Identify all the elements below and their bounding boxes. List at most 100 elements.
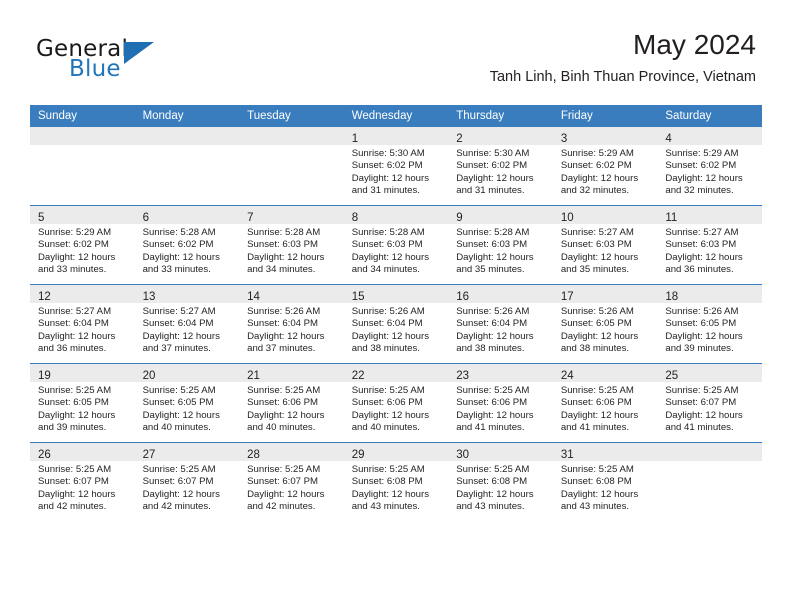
calendar-day-cell[interactable]: 24 Sunrise: 5:25 AM Sunset: 6:06 PM Dayligh… [552, 363, 658, 443]
day-number: 18 [665, 291, 679, 303]
day-details: Sunrise: 5:27 AM Sunset: 6:03 PM Daylight:… [657, 224, 762, 277]
calendar-day-cell[interactable]: 29 Sunrise: 5:25 AM Sunset: 6:08 PM Dayligh… [343, 442, 449, 521]
daylight-text-cont: and 40 minutes. [351, 422, 420, 434]
day-number: 7 [247, 212, 254, 224]
daylight-text: Daylight: 12 hours [560, 172, 639, 184]
calendar-day-cell[interactable]: 17 Sunrise: 5:26 AM Sunset: 6:05 PM Dayligh… [552, 284, 658, 364]
day-details: Sunrise: 5:25 AM Sunset: 6:06 PM Daylight:… [448, 382, 553, 435]
daylight-text-cont: and 38 minutes. [351, 343, 420, 355]
sunrise-text: Sunrise: 5:25 AM [38, 464, 112, 475]
day-number: 9 [456, 212, 463, 224]
calendar-day-cell[interactable]: 23 Sunrise: 5:25 AM Sunset: 6:06 PM Dayligh… [448, 363, 553, 443]
sunrise-text: Sunrise: 5:25 AM [560, 464, 634, 475]
day-details: Sunrise: 5:25 AM Sunset: 6:05 PM Daylight:… [30, 382, 135, 435]
calendar-day-cell[interactable]: 28 Sunrise: 5:25 AM Sunset: 6:07 PM Dayligh… [239, 442, 344, 521]
sunrise-text: Sunrise: 5:28 AM [456, 227, 530, 238]
sunset-text: Sunset: 6:06 PM [351, 397, 423, 409]
sunrise-text: Sunrise: 5:28 AM [351, 227, 425, 238]
day-number: 24 [560, 370, 574, 382]
sunset-text: Sunset: 6:06 PM [456, 397, 528, 409]
calendar-day-cell[interactable]: 4 Sunrise: 5:29 AM Sunset: 6:02 PM Daylight… [657, 127, 762, 206]
day-number: 14 [247, 291, 260, 303]
day-number-bar: 1 [343, 127, 449, 145]
day-number-bar: 29 [343, 443, 449, 461]
sunset-text: Sunset: 6:02 PM [560, 160, 632, 172]
day-details: Sunrise: 5:25 AM Sunset: 6:07 PM Daylight:… [239, 461, 344, 514]
daylight-text: Daylight: 12 hours [665, 172, 743, 184]
calendar-day-cell[interactable]: 8 Sunrise: 5:28 AM Sunset: 6:03 PM Daylight… [343, 205, 449, 285]
daylight-text-cont: and 32 minutes. [560, 185, 630, 197]
day-number: 10 [560, 212, 574, 224]
day-details: Sunrise: 5:28 AM Sunset: 6:03 PM Daylight:… [239, 224, 344, 277]
day-number: 27 [142, 449, 156, 461]
day-number: 6 [142, 212, 149, 224]
calendar-day-cell[interactable]: 20 Sunrise: 5:25 AM Sunset: 6:05 PM Dayligh… [134, 363, 240, 443]
sunset-text: Sunset: 6:03 PM [351, 239, 423, 251]
sunset-text: Sunset: 6:02 PM [38, 239, 109, 251]
daylight-text-cont: and 43 minutes. [456, 501, 525, 513]
sunrise-text: Sunrise: 5:28 AM [142, 227, 216, 238]
day-number: 26 [38, 449, 51, 461]
calendar-day-cell[interactable]: 9 Sunrise: 5:28 AM Sunset: 6:03 PM Daylight… [448, 205, 553, 285]
sunrise-text: Sunrise: 5:25 AM [351, 464, 425, 475]
calendar-header-row: Sunday Monday Tuesday Wednesday Thursday Frid… [30, 105, 762, 127]
day-number-bar: 2 [448, 127, 553, 145]
day-details: Sunrise: 5:27 AM Sunset: 6:03 PM Daylight:… [553, 224, 658, 277]
day-number: 15 [351, 291, 365, 303]
calendar-day-cell[interactable]: 12 Sunrise: 5:27 AM Sunset: 6:04 PM Dayligh… [30, 284, 135, 364]
sunrise-text: Sunrise: 5:25 AM [142, 464, 216, 475]
calendar-day-cell[interactable]: 22 Sunrise: 5:25 AM Sunset: 6:06 PM Dayligh… [343, 363, 449, 443]
calendar-day-cell[interactable]: 26 Sunrise: 5:25 AM Sunset: 6:07 PM Dayligh… [30, 442, 135, 521]
daylight-text-cont: and 39 minutes. [38, 422, 107, 434]
daylight-text: Daylight: 12 hours [456, 488, 534, 500]
day-number: 23 [456, 370, 470, 382]
day-number-bar: 19 [30, 364, 135, 382]
calendar-day-cell[interactable]: 30 Sunrise: 5:25 AM Sunset: 6:08 PM Dayligh… [448, 442, 553, 521]
calendar-day-cell[interactable]: 1 Sunrise: 5:30 AM Sunset: 6:02 PM Daylight… [343, 127, 449, 206]
sunset-text: Sunset: 6:02 PM [142, 239, 214, 251]
daylight-text: Daylight: 12 hours [142, 488, 220, 500]
calendar-day-cell[interactable]: 15 Sunrise: 5:26 AM Sunset: 6:04 PM Dayligh… [343, 284, 449, 364]
day-details: Sunrise: 5:25 AM Sunset: 6:08 PM Daylight:… [553, 461, 658, 514]
day-number: 30 [456, 449, 470, 461]
general-blue-logo[interactable]: General Blue [36, 36, 246, 92]
sunset-text: Sunset: 6:03 PM [560, 239, 632, 251]
page-header: General Blue May 2024 Tanh Linh, Binh Th… [36, 28, 756, 96]
calendar-day-cell[interactable]: 19 Sunrise: 5:25 AM Sunset: 6:05 PM Dayligh… [30, 363, 135, 443]
daylight-text: Daylight: 12 hours [560, 488, 639, 500]
day-details: Sunrise: 5:28 AM Sunset: 6:03 PM Daylight:… [448, 224, 553, 277]
day-number-bar: 11 [657, 206, 762, 224]
calendar-day-cell[interactable]: 5 Sunrise: 5:29 AM Sunset: 6:02 PM Daylight… [30, 205, 135, 285]
sunrise-text: Sunrise: 5:25 AM [456, 464, 530, 475]
calendar-day-cell[interactable]: 2 Sunrise: 5:30 AM Sunset: 6:02 PM Daylight… [448, 127, 553, 206]
calendar-day-cell[interactable]: 6 Sunrise: 5:28 AM Sunset: 6:02 PM Daylight… [134, 205, 240, 285]
day-details: Sunrise: 5:26 AM Sunset: 6:05 PM Daylight:… [553, 303, 658, 356]
daylight-text-cont: and 43 minutes. [560, 501, 630, 513]
daylight-text-cont: and 32 minutes. [665, 185, 734, 197]
sunset-text: Sunset: 6:04 PM [142, 318, 214, 330]
calendar-day-cell[interactable]: 10 Sunrise: 5:27 AM Sunset: 6:03 PM Dayligh… [552, 205, 658, 285]
day-number-bar: 3 [552, 127, 658, 145]
calendar-day-cell[interactable]: 13 Sunrise: 5:27 AM Sunset: 6:04 PM Dayligh… [134, 284, 240, 364]
daylight-text-cont: and 33 minutes. [38, 264, 107, 276]
calendar-day-cell[interactable]: 16 Sunrise: 5:26 AM Sunset: 6:04 PM Dayligh… [448, 284, 553, 364]
calendar-day-cell[interactable]: 18 Sunrise: 5:26 AM Sunset: 6:05 PM Dayligh… [657, 284, 762, 364]
calendar-day-cell[interactable]: 31 Sunrise: 5:25 AM Sunset: 6:08 PM Dayligh… [552, 442, 658, 521]
calendar-day-cell[interactable]: 11 Sunrise: 5:27 AM Sunset: 6:03 PM Dayligh… [657, 205, 762, 285]
calendar-week-row: 19 Sunrise: 5:25 AM Sunset: 6:05 PM Dayligh… [30, 363, 762, 443]
calendar-day-cell[interactable]: 27 Sunrise: 5:25 AM Sunset: 6:07 PM Dayligh… [134, 442, 240, 521]
calendar-day-cell[interactable]: 25 Sunrise: 5:25 AM Sunset: 6:07 PM Dayligh… [657, 363, 762, 443]
day-number-bar: 13 [134, 285, 240, 303]
daylight-text-cont: and 34 minutes. [247, 264, 316, 276]
calendar-day-cell[interactable]: 14 Sunrise: 5:26 AM Sunset: 6:04 PM Dayligh… [239, 284, 344, 364]
sunrise-text: Sunrise: 5:27 AM [142, 306, 216, 317]
sunrise-text: Sunrise: 5:25 AM [456, 385, 530, 396]
calendar-day-cell[interactable]: 7 Sunrise: 5:28 AM Sunset: 6:03 PM Daylight… [239, 205, 344, 285]
calendar-day-cell[interactable]: 3 Sunrise: 5:29 AM Sunset: 6:02 PM Daylight… [552, 127, 658, 206]
daylight-text-cont: and 36 minutes. [665, 264, 734, 276]
day-number-bar: 10 [552, 206, 658, 224]
calendar-day-cell[interactable]: 21 Sunrise: 5:25 AM Sunset: 6:06 PM Dayligh… [239, 363, 344, 443]
day-details: Sunrise: 5:25 AM Sunset: 6:07 PM Daylight:… [135, 461, 240, 514]
day-number-bar: 6 [134, 206, 240, 224]
calendar-week-row: 26 Sunrise: 5:25 AM Sunset: 6:07 PM Dayligh… [30, 442, 762, 521]
